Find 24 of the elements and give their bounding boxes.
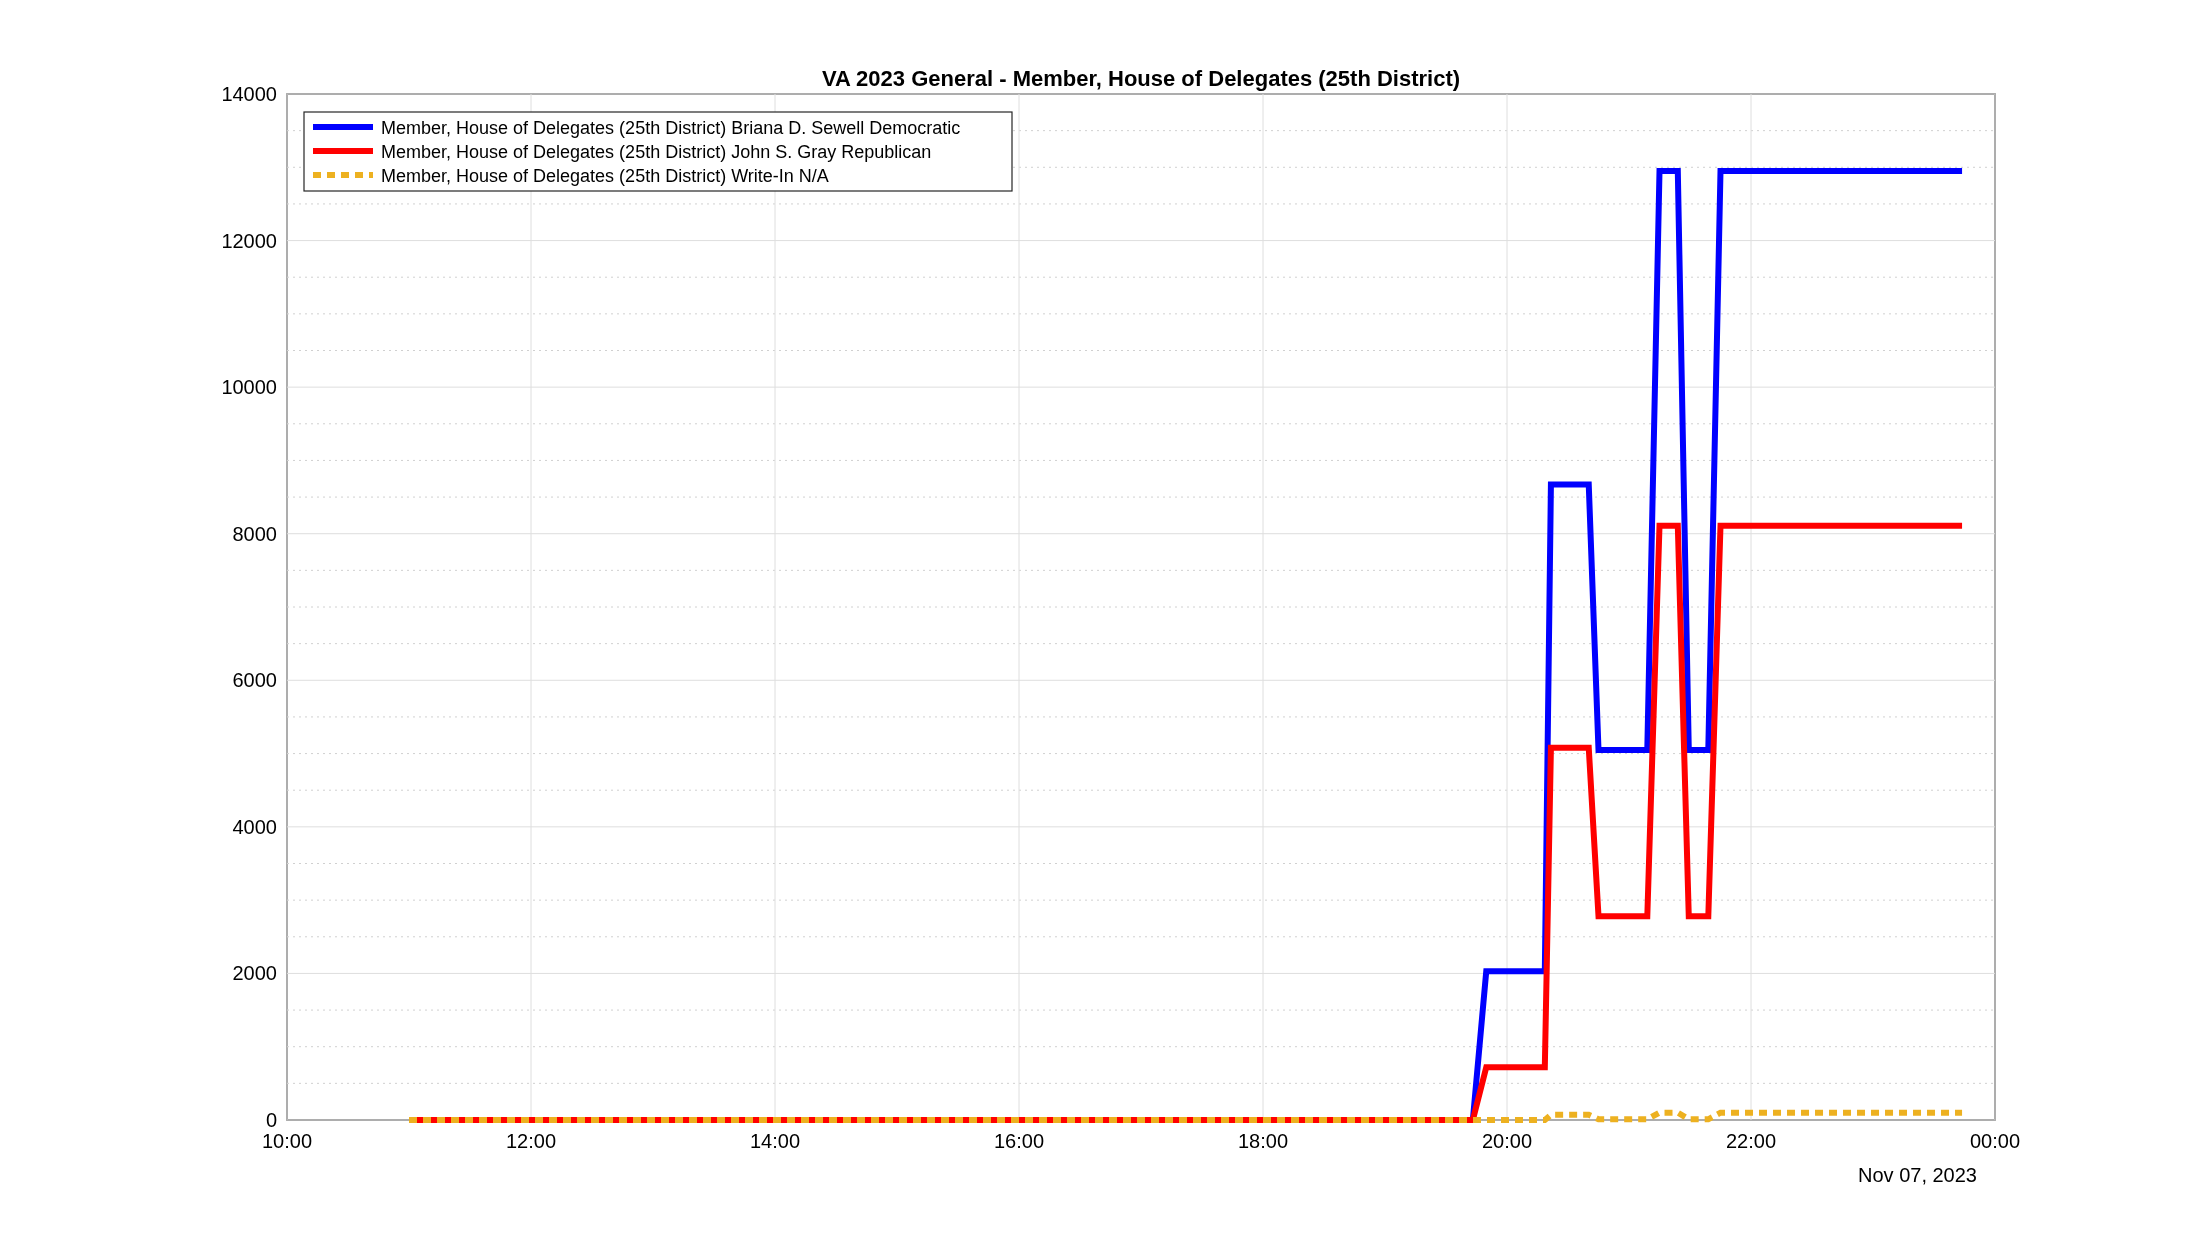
x-tick-label: 20:00 <box>1481 1130 1533 1152</box>
x-tick-label: 14:00 <box>749 1130 801 1152</box>
x-tick-label: 22:00 <box>1725 1130 1777 1152</box>
y-tick-label: 0 <box>265 1109 277 1131</box>
y-tick-label: 14000 <box>221 83 277 105</box>
legend-label: Member, House of Delegates (25th District) Briana D. Sewell Democratic <box>381 118 961 138</box>
x-tick-label: 18:00 <box>1237 1130 1289 1152</box>
legend-line <box>313 124 373 130</box>
y-tick-label: 4000 <box>232 815 277 838</box>
x-tick-label: 12:00 <box>505 1130 557 1152</box>
legend-line <box>313 148 373 154</box>
y-tick-label: 10000 <box>221 376 277 399</box>
y-tick-label: 2000 <box>232 962 277 985</box>
x-tick-label: 00:00 <box>1969 1130 2021 1152</box>
legend-line <box>313 172 373 178</box>
y-tick-label: 6000 <box>232 669 277 692</box>
chart-title: VA 2023 General - Member, House of Delegates (25th District) <box>821 66 1461 91</box>
legend-label: Member, House of Delegates (25th District) Write-In N/A <box>381 166 829 186</box>
x-tick-label: 10:00 <box>261 1130 313 1152</box>
date-label: Nov 07, 2023 <box>1858 1164 1977 1186</box>
y-tick-label: 8000 <box>232 522 277 545</box>
x-tick-label: 16:00 <box>993 1130 1045 1152</box>
legend-label: Member, House of Delegates (25th District) John S. Gray Republican <box>381 142 932 162</box>
y-tick-label: 12000 <box>221 229 277 252</box>
